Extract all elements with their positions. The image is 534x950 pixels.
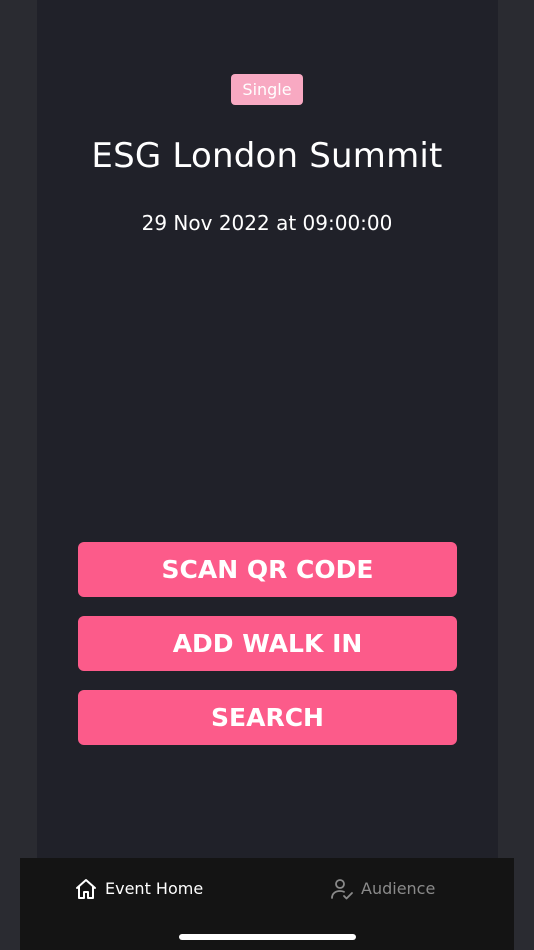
event-datetime: 29 Nov 2022 at 09:00:00 [141, 211, 393, 235]
screen: Single ESG London Summit 29 Nov 2022 at … [0, 0, 534, 950]
add-walk-in-button[interactable]: ADD WALK IN [78, 616, 457, 671]
event-type-badge: Single [231, 74, 303, 105]
search-button[interactable]: SEARCH [78, 690, 457, 745]
scan-qr-code-button[interactable]: SCAN QR CODE [78, 542, 457, 597]
tab-audience[interactable]: Audience [330, 872, 435, 906]
tab-audience-label: Audience [361, 879, 436, 898]
home-icon [74, 877, 98, 901]
tab-event-home-label: Event Home [105, 879, 204, 898]
user-check-icon [330, 877, 354, 901]
event-title: ESG London Summit [91, 136, 443, 176]
home-indicator[interactable] [179, 934, 356, 940]
tab-event-home[interactable]: Event Home [74, 872, 203, 906]
